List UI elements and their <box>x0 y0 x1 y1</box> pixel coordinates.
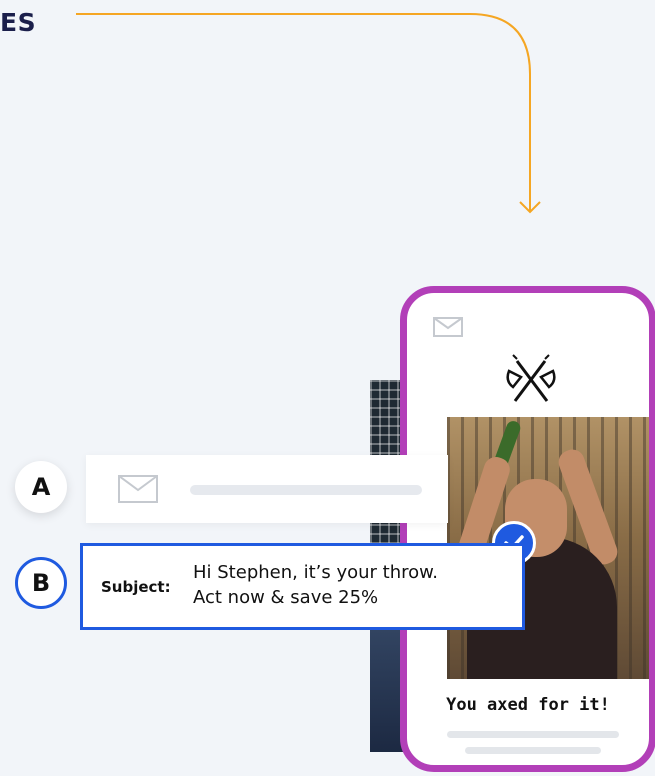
subject-text: Hi Stephen, it’s your throw. Act now & s… <box>193 560 513 610</box>
placeholder-bar <box>447 731 619 738</box>
placeholder-bar <box>465 747 601 754</box>
subject-line-2: Act now & save 25% <box>193 587 379 608</box>
variant-b-card: Subject: Hi Stephen, it’s your throw. Ac… <box>80 543 525 630</box>
subject-line-1: Hi Stephen, it’s your throw. <box>193 562 438 583</box>
mail-icon <box>118 475 158 503</box>
mail-icon <box>433 317 463 337</box>
variant-b-badge: B <box>15 557 67 609</box>
variant-a-card <box>86 455 448 523</box>
subject-placeholder-line <box>190 485 422 495</box>
crossed-axes-icon <box>506 354 556 402</box>
variant-a-badge: A <box>15 461 67 513</box>
email-tagline: You axed for it! <box>446 695 610 715</box>
subject-label: Subject: <box>101 578 171 596</box>
